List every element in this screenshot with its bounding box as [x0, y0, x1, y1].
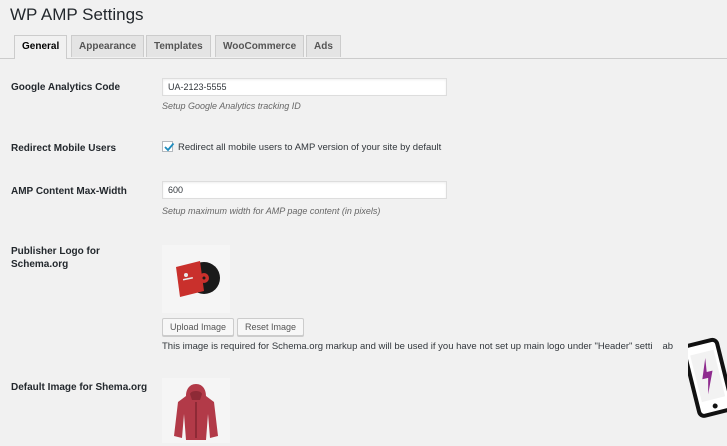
vinyl-record-logo-icon [176, 261, 220, 297]
publisher-logo-label: Publisher Logo for Schema.org [11, 245, 100, 271]
upload-image-button[interactable]: Upload Image [162, 318, 235, 336]
max-width-input[interactable] [162, 181, 447, 199]
default-image-label: Default Image for Shema.org [11, 382, 148, 393]
checkmark-icon [164, 142, 175, 152]
analytics-description: Setup Google Analytics tracking ID [162, 101, 301, 111]
tab-templates[interactable]: Templates [146, 35, 211, 57]
redirect-label: Redirect Mobile Users [11, 143, 117, 154]
settings-tabs: General Appearance Templates WooCommerce… [0, 35, 727, 59]
reset-image-button[interactable]: Reset Image [237, 318, 305, 336]
max-width-description: Setup maximum width for AMP page content… [162, 206, 381, 216]
hoodie-image-icon [174, 384, 218, 440]
redirect-checkbox-label[interactable]: Redirect all mobile users to AMP version… [178, 142, 441, 153]
analytics-code-input[interactable] [162, 78, 447, 96]
analytics-label: Google Analytics Code [11, 82, 121, 93]
publisher-logo-note-tail: ab [662, 341, 674, 352]
tab-general[interactable]: General [14, 35, 68, 59]
publisher-logo-label-line2: Schema.org [11, 259, 69, 270]
publisher-logo-label-line1: Publisher Logo for [11, 246, 100, 257]
publisher-logo-preview [162, 245, 230, 313]
publisher-logo-note: This image is required for Schema.org ma… [162, 341, 673, 352]
tab-appearance[interactable]: Appearance [71, 35, 145, 57]
max-width-label: AMP Content Max-Width [11, 186, 127, 197]
publisher-logo-note-text: This image is required for Schema.org ma… [162, 341, 653, 352]
default-image-preview [162, 378, 230, 443]
redirect-checkbox[interactable] [162, 141, 175, 152]
amp-phone-icon [688, 337, 727, 418]
tab-ads[interactable]: Ads [306, 35, 341, 57]
tab-woocommerce[interactable]: WooCommerce [215, 35, 305, 57]
page-title: WP AMP Settings [10, 5, 144, 24]
